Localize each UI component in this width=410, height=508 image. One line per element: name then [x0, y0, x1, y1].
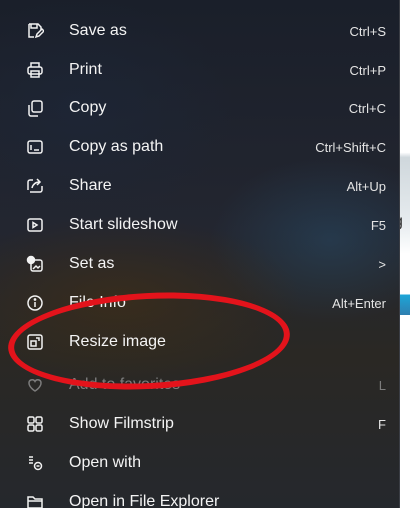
- menu-item-label: Open with: [69, 454, 142, 471]
- filmstrip-icon: [24, 413, 46, 435]
- menu-item-shortcut: Ctrl+Shift+C: [315, 139, 386, 155]
- menu-item-label: Save as: [69, 22, 127, 39]
- menu-item-print[interactable]: Print Ctrl+P: [24, 55, 396, 85]
- menu-item-label: Copy: [69, 99, 107, 116]
- slideshow-icon: [24, 214, 46, 236]
- menu-item-label: Resize image: [69, 333, 166, 350]
- menu-item-show-filmstrip[interactable]: Show Filmstrip F: [24, 409, 396, 439]
- menu-item-label: Add to favorites: [69, 376, 181, 393]
- menu-item-shortcut: L: [378, 377, 386, 393]
- copy-icon: [24, 97, 46, 119]
- menu-item-shortcut: F: [378, 416, 386, 432]
- open-with-icon: [24, 452, 46, 474]
- menu-item-add-to-favorites[interactable]: Add to favorites L: [24, 370, 396, 400]
- chevron-right-icon: >: [378, 256, 386, 272]
- copy-path-icon: [24, 136, 46, 158]
- menu-item-copy-as-path[interactable]: Copy as path Ctrl+Shift+C: [24, 132, 396, 162]
- set-as-icon: [24, 253, 46, 275]
- menu-item-shortcut: Ctrl+S: [349, 23, 386, 39]
- share-icon: [24, 175, 46, 197]
- context-menu: Save as Ctrl+S Print Ctrl+P Copy Ctrl+C: [0, 0, 400, 508]
- menu-item-label: Share: [69, 177, 112, 194]
- printer-icon: [24, 59, 46, 81]
- menu-item-label: Set as: [69, 255, 115, 272]
- menu-item-resize-image[interactable]: Resize image: [24, 327, 396, 357]
- menu-item-set-as[interactable]: Set as >: [24, 249, 396, 279]
- resize-image-icon: [24, 331, 46, 353]
- menu-item-shortcut: F5: [370, 217, 386, 233]
- heart-icon: [24, 374, 46, 396]
- menu-item-file-info[interactable]: File Info Alt+Enter: [24, 288, 396, 318]
- menu-item-open-in-file-explorer[interactable]: Open in File Explorer: [24, 487, 396, 508]
- menu-item-label: Copy as path: [69, 138, 164, 155]
- menu-item-shortcut: Alt+Enter: [332, 295, 386, 311]
- menu-item-shortcut: Ctrl+C: [348, 100, 386, 116]
- menu-item-label: Show Filmstrip: [69, 415, 174, 432]
- menu-item-label: Start slideshow: [69, 216, 178, 233]
- menu-item-shortcut: Alt+Up: [346, 178, 386, 194]
- menu-item-start-slideshow[interactable]: Start slideshow F5: [24, 210, 396, 240]
- menu-item-label: File Info: [69, 294, 126, 311]
- menu-item-open-with[interactable]: Open with: [24, 448, 396, 478]
- menu-item-share[interactable]: Share Alt+Up: [24, 171, 396, 201]
- info-icon: [24, 292, 46, 314]
- menu-item-copy[interactable]: Copy Ctrl+C: [24, 93, 396, 123]
- menu-item-shortcut: Ctrl+P: [349, 62, 386, 78]
- save-as-icon: [24, 20, 46, 42]
- screenshot-stage: g Save as Ctrl+S Print Ctrl+P: [0, 0, 410, 508]
- menu-item-save-as[interactable]: Save as Ctrl+S: [24, 16, 396, 46]
- folder-icon: [24, 491, 46, 508]
- menu-item-label: Print: [69, 61, 102, 78]
- menu-item-label: Open in File Explorer: [69, 493, 220, 508]
